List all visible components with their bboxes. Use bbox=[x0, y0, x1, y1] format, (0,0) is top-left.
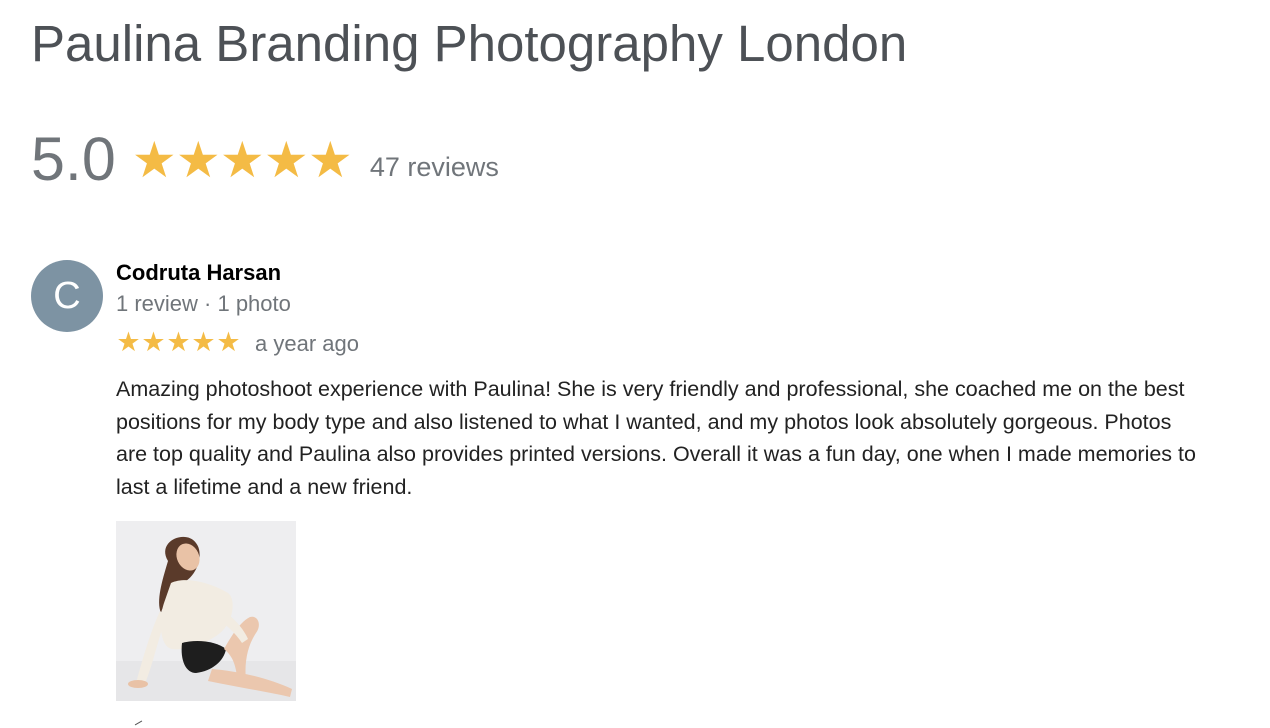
avatar[interactable]: C bbox=[31, 260, 103, 332]
star-icon: ★ bbox=[263, 132, 309, 188]
overall-rating: 5.0 ★ ★ ★ ★ ★ 47 reviews bbox=[31, 124, 499, 194]
star-icon: ★ bbox=[166, 327, 191, 357]
rating-score: 5.0 bbox=[31, 125, 116, 193]
business-title: Paulina Branding Photography London bbox=[31, 15, 908, 72]
review-date: a year ago bbox=[255, 331, 359, 356]
star-icon: ★ bbox=[116, 327, 141, 357]
photo-image bbox=[116, 521, 296, 701]
star-icon: ★ bbox=[219, 132, 265, 188]
reviewer-meta: 1 review · 1 photo bbox=[116, 291, 291, 316]
review-photo-thumbnail[interactable] bbox=[116, 521, 296, 701]
star-icon: ★ bbox=[141, 327, 166, 357]
overall-stars: ★ ★ ★ ★ ★ bbox=[131, 132, 353, 188]
review-text: Amazing photoshoot experience with Pauli… bbox=[116, 377, 1196, 499]
review-rating: ★ ★ ★ ★ ★ a year ago bbox=[116, 328, 359, 357]
star-icon: ★ bbox=[216, 327, 241, 357]
star-icon: ★ bbox=[191, 327, 216, 357]
reviews-page: Paulina Branding Photography London 5.0 … bbox=[0, 0, 1270, 728]
reviewer-name[interactable]: Codruta Harsan bbox=[116, 260, 281, 286]
cutoff-mark bbox=[134, 720, 146, 728]
star-icon: ★ bbox=[175, 132, 221, 188]
star-icon: ★ bbox=[131, 132, 177, 188]
star-icon: ★ bbox=[307, 132, 353, 188]
review-count-link[interactable]: 47 reviews bbox=[370, 152, 499, 183]
